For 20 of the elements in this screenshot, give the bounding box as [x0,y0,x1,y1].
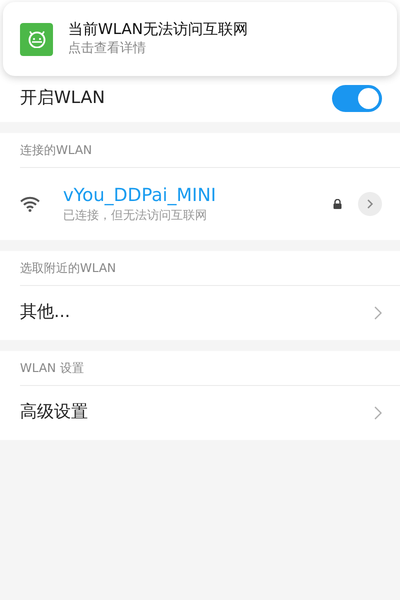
wifi-icon [20,196,40,212]
settings-row[interactable]: 高级设置 [0,386,400,440]
section-header: 选取附近的WLAN [20,260,116,277]
wlan-switch[interactable] [332,85,382,112]
settings-row[interactable]: 其他... [0,286,400,340]
network-status: 已连接，但无法访问互联网 [63,207,208,223]
notification-title: 当前WLAN无法访问互联网 [68,19,248,39]
chevron-right-icon [374,306,382,320]
section-header: 连接的WLAN [20,142,92,159]
details-button[interactable] [358,192,382,216]
chevron-right-icon [374,406,382,420]
network-name: vYou_DDPai_MINI [63,185,218,207]
row-label: 高级设置 [20,401,88,424]
notification-subtitle: 点击查看详情 [68,40,146,58]
notification-card[interactable]: 当前WLAN无法访问互联网 点击查看详情 [3,2,397,76]
row-label: 其他... [20,301,70,324]
chevron-right-icon [367,199,373,209]
app-icon [20,22,53,56]
section-header: WLAN 设置 [20,360,84,377]
toggle-label: 开启WLAN [20,86,106,110]
